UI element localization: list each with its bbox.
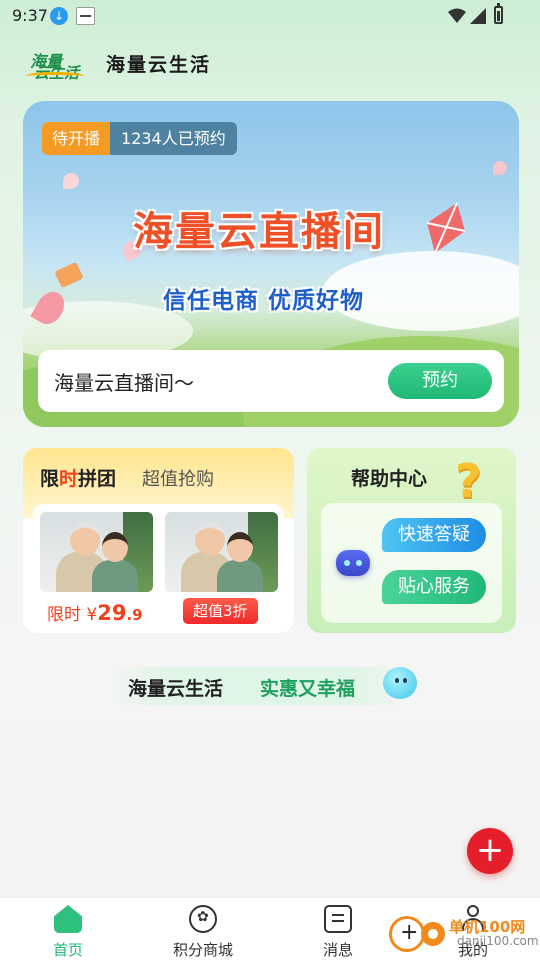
signal-icon [470,8,486,24]
slogan-brand: 海量云生活 [128,678,224,700]
group-buy-title: 限时拼团 [40,464,116,491]
notification-icon [76,7,95,25]
price-integer: 29 [97,601,127,625]
download-icon: ↓ [50,7,68,25]
group-title-prefix: 限 [40,468,60,490]
nav-item-points-mall[interactable]: 积分商城 [148,898,258,960]
watermark-logo [421,922,445,946]
live-slogan: 信任电商 优质好物 [163,288,365,314]
robot-icon [336,550,370,576]
home-icon [54,905,82,933]
points-icon [189,905,217,933]
nav-item-home[interactable]: 首页 [13,898,123,960]
reservation-count: 1234人已预约 [110,122,237,155]
image-person [102,532,128,562]
price-label: 限时 ¥ [47,605,98,625]
image-person [92,560,138,592]
image-person [195,522,225,556]
group-buy-subtitle: 超值抢购 [142,469,214,490]
help-options: 快速答疑 贴心服务 [321,503,502,623]
group-buy-price: 限时 ¥29.9 [47,600,143,625]
nav-label: 消息 [322,941,353,959]
nav-label: 首页 [52,941,83,959]
flower-decoration [493,161,507,175]
discount-tag: 超值3折 [183,598,258,624]
watermark-url: danji100.com [457,934,539,948]
group-buy-products: 限时 ¥29.9 超值3折 [33,504,284,627]
status-time: 9:37 [12,6,48,25]
logo-swoosh [26,72,84,80]
nav-label: 积分商城 [172,941,233,959]
live-banner[interactable]: 待开播 1234人已预约 海量云直播间 信任电商 优质好物 海量云直播间～ 预约 [23,101,519,427]
product-image[interactable] [165,512,278,592]
kite-small-decoration [54,261,84,289]
group-title-highlight: 时 [59,468,79,490]
quick-answer-button[interactable]: 快速答疑 [382,518,486,552]
product-image[interactable] [40,512,153,592]
group-title-suffix: 拼团 [78,468,117,490]
image-person [70,522,100,556]
add-fab-button[interactable]: + [467,828,513,874]
brand-slogan: 海量云生活 实惠又幸福 [110,667,417,705]
image-person [227,532,253,562]
help-center-card[interactable]: 帮助中心 ? 快速答疑 贴心服务 [307,448,516,633]
live-status-badge: 待开播 1234人已预约 [42,122,237,155]
care-service-button[interactable]: 贴心服务 [382,570,486,604]
flower-decoration [63,173,79,189]
price-decimal: .9 [126,606,143,624]
group-buy-card[interactable]: 限时拼团 超值抢购 限时 ¥29.9 超值3折 [23,448,294,633]
brand-name: 海量云生活 [106,54,212,76]
message-icon [324,905,352,933]
battery-icon [494,3,503,24]
status-bar: 9:37 ↓ [0,0,540,32]
image-person [217,560,263,592]
watermark: 单机100网 danji100.com [389,914,539,958]
reserve-button[interactable]: 预约 [388,363,492,399]
live-status: 待开播 [42,122,111,155]
mascot-icon [383,667,417,699]
wifi-icon [448,8,466,23]
question-mark-icon: ? [455,454,482,508]
watermark-logo [389,916,425,952]
live-footer: 海量云直播间～ 预约 [38,350,504,412]
live-room-name: 海量云直播间～ [54,371,194,395]
brand-logo: 海量 云生活 [26,44,96,82]
nav-item-messages[interactable]: 消息 [283,898,393,960]
live-title: 海量云直播间 [133,209,385,255]
kite-icon [426,202,466,254]
help-center-title: 帮助中心 [351,468,428,490]
slogan-tagline: 实惠又幸福 [260,678,356,700]
